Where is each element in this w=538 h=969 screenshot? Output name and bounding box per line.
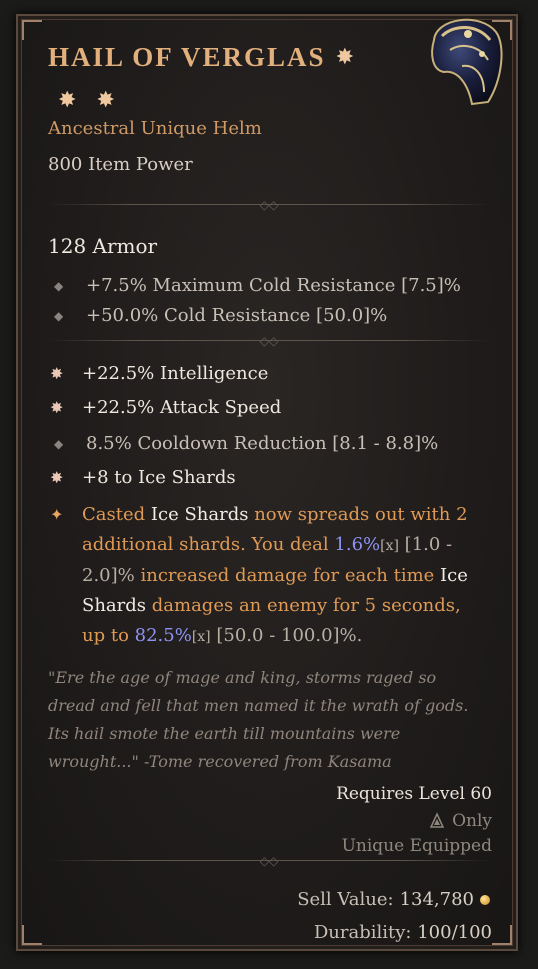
corner-ornament	[22, 20, 42, 40]
gold-coin-icon	[480, 894, 490, 905]
star-bullet-icon: ✸	[50, 468, 64, 487]
unique-equipped: Unique Equipped	[341, 836, 492, 856]
sell-value: Sell Value: 134,780	[297, 889, 490, 910]
star-row: ✸ ✸	[58, 90, 115, 112]
durability: Durability: 100/100	[313, 922, 492, 943]
item-name: HAIL OF VERGLAS	[48, 42, 326, 72]
diamond-bullet-icon: ◆	[54, 279, 64, 293]
divider: ◇◇	[48, 854, 490, 868]
unique-power: ✦ Casted Ice Shards now spreads out with…	[48, 500, 488, 652]
item-tooltip: HAIL OF VERGLAS ✸ ✸ ✸ Ancestral Unique H…	[16, 14, 518, 951]
armor-value: 128 Armor	[48, 234, 158, 258]
diamond-bullet-icon: ◆	[54, 309, 64, 323]
item-power: 800 Item Power	[48, 154, 193, 175]
divider-ornament-icon: ◇◇	[259, 854, 279, 868]
divider: ◇◇	[48, 334, 490, 348]
sorcerer-class-icon	[429, 812, 445, 828]
divider: ◇◇	[48, 198, 490, 212]
helm-icon	[431, 18, 503, 106]
affix: ✸ +22.5% Attack Speed	[48, 394, 281, 422]
star-bullet-icon: ✸	[50, 364, 64, 383]
star-icon: ✸	[335, 44, 354, 70]
title-row: HAIL OF VERGLAS ✸	[48, 42, 354, 73]
divider-ornament-icon: ◇◇	[259, 198, 279, 212]
item-type: Ancestral Unique Helm	[48, 118, 262, 139]
corner-ornament	[492, 925, 512, 945]
class-restriction: Only	[428, 811, 492, 831]
flavor-text: "Ere the age of mage and king, storms ra…	[48, 668, 469, 771]
corner-ornament	[22, 925, 42, 945]
diamond-bullet-icon: ◆	[54, 437, 64, 451]
requires-level: Requires Level 60	[336, 784, 492, 804]
affix: ✸ +8 to Ice Shards	[48, 464, 236, 492]
star-icon: ✸	[96, 88, 115, 113]
star-icon: ✸	[58, 88, 77, 113]
implicit-affix: ◆ +7.5% Maximum Cold Resistance [7.5]%	[48, 272, 461, 300]
affix: ✸ +22.5% Intelligence	[48, 360, 268, 388]
unique-power-text: Casted Ice Shards now spreads out with 2…	[82, 504, 468, 646]
unique-bullet-icon: ✦	[50, 505, 64, 524]
implicit-affix: ◆ +50.0% Cold Resistance [50.0]%	[48, 302, 387, 330]
affix: ◆ 8.5% Cooldown Reduction [8.1 - 8.8]%	[48, 430, 438, 458]
divider-ornament-icon: ◇◇	[259, 334, 279, 348]
star-bullet-icon: ✸	[50, 398, 64, 417]
